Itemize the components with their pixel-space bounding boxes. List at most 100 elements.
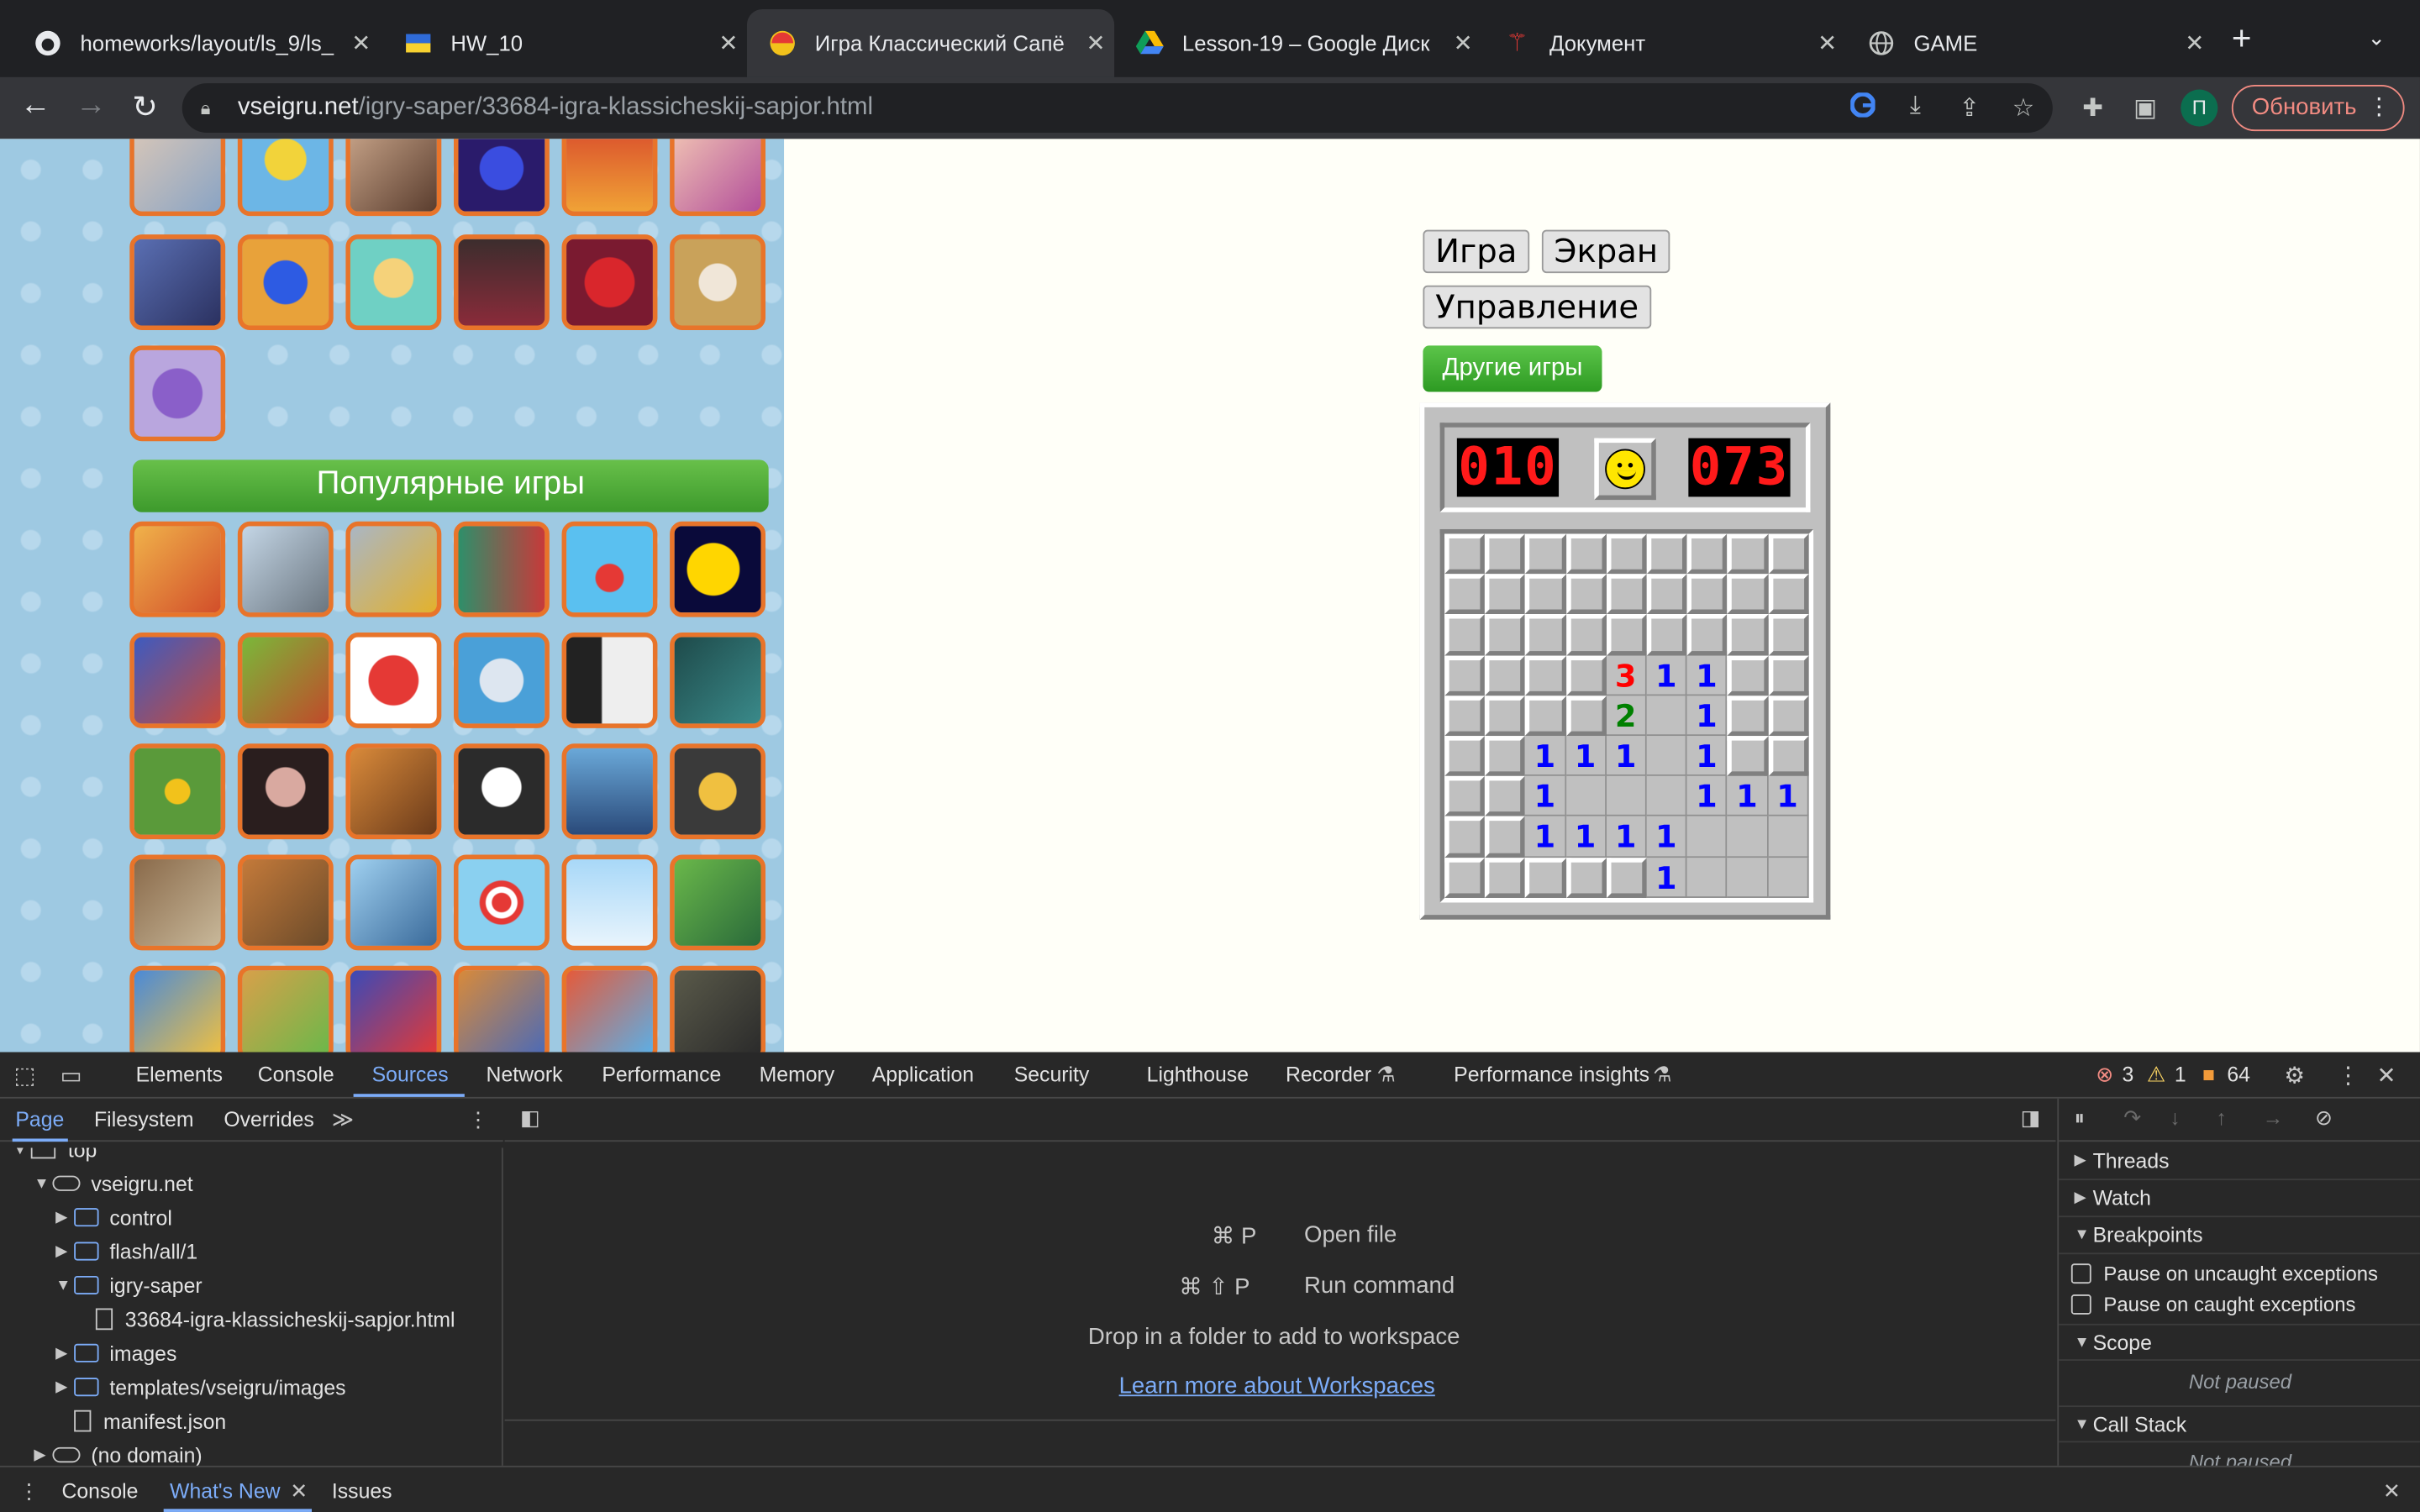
section-threads[interactable]: ▶ Threads	[2059, 1143, 2420, 1181]
closed-cell[interactable]	[1444, 614, 1486, 655]
game-thumbnail[interactable]	[670, 854, 766, 951]
other-games-button[interactable]: Другие игры	[1423, 345, 1602, 392]
deactivate-breakpoints-icon[interactable]: ⊘	[2315, 1106, 2333, 1131]
navigator-menu-icon[interactable]: ⋮	[468, 1108, 489, 1132]
step-over-icon[interactable]: ↷	[2123, 1106, 2141, 1131]
closed-cell[interactable]	[1565, 695, 1607, 736]
game-thumbnail[interactable]	[129, 345, 226, 442]
tree-item[interactable]: ▼ top	[13, 1147, 97, 1167]
closed-cell[interactable]	[1485, 816, 1526, 858]
game-thumbnail[interactable]	[561, 633, 658, 728]
issues-count[interactable]: 64	[2227, 1063, 2250, 1086]
tab-performance[interactable]: Performance	[602, 1063, 721, 1086]
closed-cell[interactable]	[1565, 614, 1607, 655]
tree-item[interactable]: 33684-igra-klassicheskij-sapjor.html	[77, 1302, 455, 1336]
close-icon[interactable]: ✕	[290, 1479, 308, 1504]
more-options-icon[interactable]: ⋮	[2337, 1062, 2360, 1089]
drawer-tab-issues[interactable]: Issues	[332, 1479, 392, 1503]
tab-recorder[interactable]: Recorder	[1286, 1063, 1371, 1086]
install-icon[interactable]: ⤓	[1898, 92, 1932, 120]
update-button[interactable]: Обновить ⋮	[2231, 85, 2405, 132]
closed-cell[interactable]	[1606, 614, 1647, 655]
screen-menu-button[interactable]: Экран	[1541, 229, 1670, 274]
more-tabs-icon[interactable]: ≫	[332, 1108, 354, 1132]
game-thumbnail[interactable]	[670, 521, 766, 617]
empty-cell[interactable]	[1686, 857, 1728, 898]
close-icon[interactable]: ✕	[1077, 29, 1114, 57]
closed-cell[interactable]	[1727, 574, 1768, 615]
tab-github[interactable]: homeworks/layout/ls_9/ls_ ✕	[13, 9, 380, 77]
checkbox[interactable]	[2070, 1294, 2091, 1315]
error-icon[interactable]: ⊗	[2096, 1063, 2113, 1087]
closed-cell[interactable]	[1727, 735, 1768, 777]
game-thumbnail[interactable]	[237, 633, 334, 728]
number-cell[interactable]: 1	[1565, 816, 1607, 858]
tab-minesweeper[interactable]: Игра Классический Сапё ✕	[746, 9, 1115, 77]
close-drawer-icon[interactable]: ✕	[2383, 1479, 2401, 1504]
closed-cell[interactable]	[1686, 574, 1728, 615]
closed-cell[interactable]	[1444, 695, 1486, 736]
tab-application[interactable]: Application	[872, 1063, 974, 1086]
empty-cell[interactable]	[1686, 816, 1728, 858]
menu-icon[interactable]: ⋮	[2367, 87, 2391, 129]
game-thumbnail[interactable]	[129, 965, 226, 1053]
close-icon[interactable]: ✕	[1809, 29, 1846, 57]
closed-cell[interactable]	[1767, 654, 1809, 696]
inspect-element-icon[interactable]: ⬚	[14, 1062, 36, 1089]
tab-game[interactable]: GAME ✕	[1846, 9, 2213, 77]
game-thumbnail[interactable]	[670, 743, 766, 840]
settings-gear-icon[interactable]: ⚙	[2284, 1062, 2305, 1089]
number-cell[interactable]: 1	[1686, 654, 1728, 696]
game-thumbnail[interactable]	[237, 521, 334, 617]
nav-tab-filesystem[interactable]: Filesystem	[94, 1108, 193, 1131]
closed-cell[interactable]	[1565, 574, 1607, 615]
closed-cell[interactable]	[1686, 533, 1728, 575]
closed-cell[interactable]	[1525, 533, 1566, 575]
game-thumbnail[interactable]	[561, 521, 658, 617]
tab-network[interactable]: Network	[487, 1063, 563, 1086]
closed-cell[interactable]	[1727, 533, 1768, 575]
closed-cell[interactable]	[1606, 574, 1647, 615]
section-scope[interactable]: ▼ Scope	[2059, 1323, 2420, 1361]
game-thumbnail[interactable]	[670, 234, 766, 331]
new-tab-button[interactable]: +	[2232, 18, 2252, 59]
game-thumbnail[interactable]	[129, 139, 226, 217]
step-into-icon[interactable]: ↓	[2170, 1106, 2180, 1130]
closed-cell[interactable]	[1525, 614, 1566, 655]
game-thumbnail[interactable]	[345, 743, 442, 840]
closed-cell[interactable]	[1485, 695, 1526, 736]
closed-cell[interactable]	[1485, 533, 1526, 575]
tree-item[interactable]: ▶ (no domain)	[34, 1438, 202, 1466]
game-thumbnail[interactable]	[561, 854, 658, 951]
game-thumbnail[interactable]	[670, 965, 766, 1053]
checkbox[interactable]	[2070, 1263, 2091, 1284]
game-thumbnail[interactable]	[345, 139, 442, 217]
closed-cell[interactable]	[1525, 695, 1566, 736]
share-icon[interactable]: ⇪	[1952, 92, 1986, 123]
game-thumbnail[interactable]	[453, 965, 550, 1053]
closed-cell[interactable]	[1646, 533, 1687, 575]
warning-icon[interactable]: ⚠	[2147, 1063, 2165, 1087]
game-thumbnail[interactable]	[345, 234, 442, 331]
close-devtools-icon[interactable]: ✕	[2377, 1062, 2396, 1089]
game-thumbnail[interactable]	[237, 854, 334, 951]
closed-cell[interactable]	[1767, 735, 1809, 777]
number-cell[interactable]: 1	[1606, 735, 1647, 777]
tree-item[interactable]: ▶ control	[55, 1200, 172, 1234]
closed-cell[interactable]	[1525, 574, 1566, 615]
pause-caught-checkbox[interactable]: Pause on caught exceptions	[2070, 1293, 2355, 1316]
tab-sources[interactable]: Sources	[372, 1063, 449, 1086]
game-thumbnail[interactable]	[453, 854, 550, 951]
closed-cell[interactable]	[1767, 574, 1809, 615]
number-cell[interactable]: 1	[1686, 735, 1728, 777]
close-icon[interactable]: ✕	[2176, 29, 2213, 57]
empty-cell[interactable]	[1646, 776, 1687, 817]
new-game-button[interactable]	[1594, 438, 1656, 501]
closed-cell[interactable]	[1485, 614, 1526, 655]
number-cell[interactable]: 1	[1686, 695, 1728, 736]
number-cell[interactable]: 1	[1767, 776, 1809, 817]
close-icon[interactable]: ✕	[343, 29, 380, 57]
game-thumbnail[interactable]	[345, 633, 442, 728]
bookmark-star-icon[interactable]: ☆	[2007, 92, 2040, 123]
learn-workspaces-link[interactable]: Learn more about Workspaces	[1119, 1373, 1435, 1399]
